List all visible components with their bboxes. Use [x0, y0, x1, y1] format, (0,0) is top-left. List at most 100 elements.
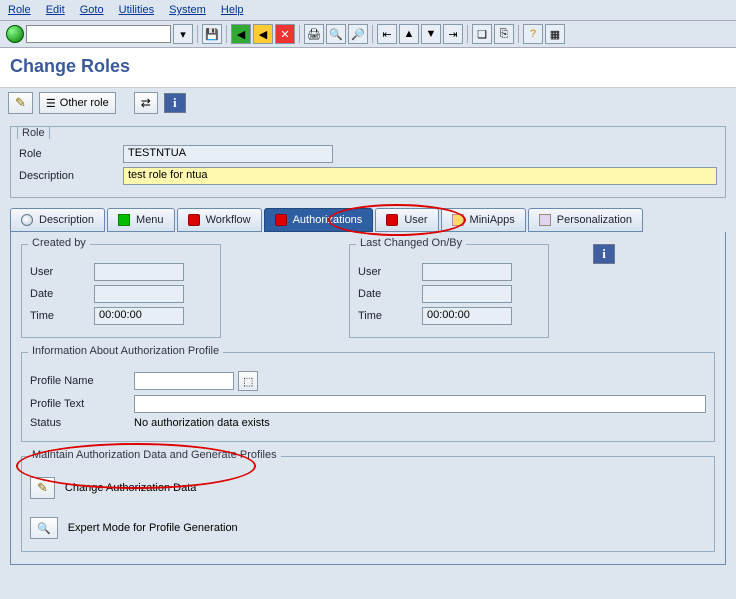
maintain-group: Maintain Authorization Data and Generate… [21, 456, 715, 552]
menu-edit[interactable]: Edit [46, 2, 65, 18]
profile-name-field[interactable] [134, 372, 234, 390]
tab-description[interactable]: Description [10, 208, 105, 232]
tab-description-label: Description [39, 214, 94, 226]
enter-button[interactable] [6, 25, 24, 43]
created-time-field: 00:00:00 [94, 307, 184, 325]
shortcut-icon[interactable]: ⎘ [494, 24, 514, 44]
profile-search-button[interactable]: ⬚ [238, 371, 258, 391]
toggle-display-button[interactable] [8, 92, 33, 114]
changed-time-field: 00:00:00 [422, 307, 512, 325]
arrows-icon [141, 96, 151, 110]
cancel-icon[interactable]: ✕ [275, 24, 295, 44]
changed-time-label: Time [358, 310, 418, 322]
tab-personalization[interactable]: Personalization [528, 208, 643, 232]
profile-text-label: Profile Text [30, 398, 130, 410]
profile-text-field[interactable] [134, 395, 706, 413]
new-session-icon[interactable]: ❏ [472, 24, 492, 44]
magnifier-icon [21, 214, 33, 226]
content-area: Role Role TESTNTUA Description test role… [0, 118, 736, 573]
menubar: Role Edit Goto Utilities System Help [0, 0, 736, 21]
profile-info-group: Information About Authorization Profile … [21, 352, 715, 442]
info-button-tab[interactable]: i [593, 244, 615, 264]
created-time-label: Time [30, 310, 90, 322]
find-icon[interactable]: 🔍 [326, 24, 346, 44]
maintain-title: Maintain Authorization Data and Generate… [28, 449, 281, 461]
status-red-icon [188, 214, 200, 226]
tab-user[interactable]: User [375, 208, 438, 232]
personalization-icon [539, 214, 551, 226]
role-label: Role [19, 148, 119, 160]
miniapps-icon [452, 214, 464, 226]
status-red-icon [275, 214, 287, 226]
next-page-icon[interactable]: ▼ [421, 24, 441, 44]
exit-icon[interactable]: ◀ [253, 24, 273, 44]
changed-user-label: User [358, 266, 418, 278]
title-area: Change Roles [0, 48, 736, 88]
tab-menu[interactable]: Menu [107, 208, 175, 232]
menu-system[interactable]: System [169, 2, 206, 18]
other-role-label: Other role [60, 97, 109, 109]
layout-icon[interactable]: ▦ [545, 24, 565, 44]
created-user-label: User [30, 266, 90, 278]
status-red-icon [386, 214, 398, 226]
profile-info-title: Information About Authorization Profile [28, 345, 223, 357]
app-toolbar: ☰ Other role i [0, 88, 736, 118]
changed-date-field [422, 285, 512, 303]
first-page-icon[interactable]: ⇤ [377, 24, 397, 44]
tab-miniapps-label: MiniApps [470, 214, 515, 226]
tab-authorizations[interactable]: Authorizations [264, 208, 374, 232]
profile-name-label: Profile Name [30, 375, 130, 387]
pencil-icon [37, 480, 48, 496]
info-button-top[interactable]: i [164, 93, 186, 113]
description-field[interactable]: test role for ntua [123, 167, 717, 185]
created-date-field [94, 285, 184, 303]
expert-mode-button[interactable] [30, 517, 58, 539]
tab-content: Created by User Date Time 00:00:00 Last C… [10, 232, 726, 565]
changed-by-group: Last Changed On/By User Date Time00:00:0… [349, 244, 549, 338]
tab-miniapps[interactable]: MiniApps [441, 208, 526, 232]
system-toolbar: ▾ 💾 ◀ ◀ ✕ 🖨 🔍 🔎 ⇤ ▲ ▼ ⇥ ❏ ⎘ ? ▦ [0, 21, 736, 48]
magnifier-icon [37, 522, 51, 535]
created-date-label: Date [30, 288, 90, 300]
expert-mode-label: Expert Mode for Profile Generation [68, 522, 238, 534]
dropdown-icon[interactable]: ▾ [173, 24, 193, 44]
prev-page-icon[interactable]: ▲ [399, 24, 419, 44]
tab-authorizations-label: Authorizations [293, 214, 363, 226]
save-icon[interactable]: 💾 [202, 24, 222, 44]
change-auth-label: Change Authorization Data [65, 482, 196, 494]
changed-date-label: Date [358, 288, 418, 300]
role-group-title: Role [17, 126, 50, 139]
find-next-icon[interactable]: 🔎 [348, 24, 368, 44]
menu-role[interactable]: Role [8, 2, 31, 18]
menu-goto[interactable]: Goto [80, 2, 104, 18]
print-icon[interactable]: 🖨 [304, 24, 324, 44]
created-by-group: Created by User Date Time00:00:00 [21, 244, 221, 338]
transport-button[interactable] [134, 92, 158, 114]
created-by-title: Created by [28, 237, 90, 249]
description-label: Description [19, 170, 119, 182]
pencil-icon [15, 95, 26, 111]
other-role-button[interactable]: ☰ Other role [39, 92, 116, 114]
status-green-icon [118, 214, 130, 226]
command-field[interactable] [26, 25, 171, 43]
status-label: Status [30, 417, 130, 429]
menu-help[interactable]: Help [221, 2, 244, 18]
tab-workflow-label: Workflow [206, 214, 251, 226]
other-role-icon: ☰ [46, 97, 56, 110]
help-icon[interactable]: ? [523, 24, 543, 44]
change-auth-button[interactable] [30, 477, 55, 499]
status-value: No authorization data exists [134, 417, 270, 429]
tabstrip: Description Menu Workflow Authorizations… [10, 208, 726, 232]
role-field[interactable]: TESTNTUA [123, 145, 333, 163]
tab-user-label: User [404, 214, 427, 226]
changed-user-field [422, 263, 512, 281]
search-help-icon: ⬚ [243, 375, 253, 388]
tab-personalization-label: Personalization [557, 214, 632, 226]
created-user-field [94, 263, 184, 281]
page-title: Change Roles [10, 56, 726, 77]
tab-workflow[interactable]: Workflow [177, 208, 262, 232]
last-page-icon[interactable]: ⇥ [443, 24, 463, 44]
role-group: Role Role TESTNTUA Description test role… [10, 126, 726, 198]
back-icon[interactable]: ◀ [231, 24, 251, 44]
menu-utilities[interactable]: Utilities [119, 2, 154, 18]
